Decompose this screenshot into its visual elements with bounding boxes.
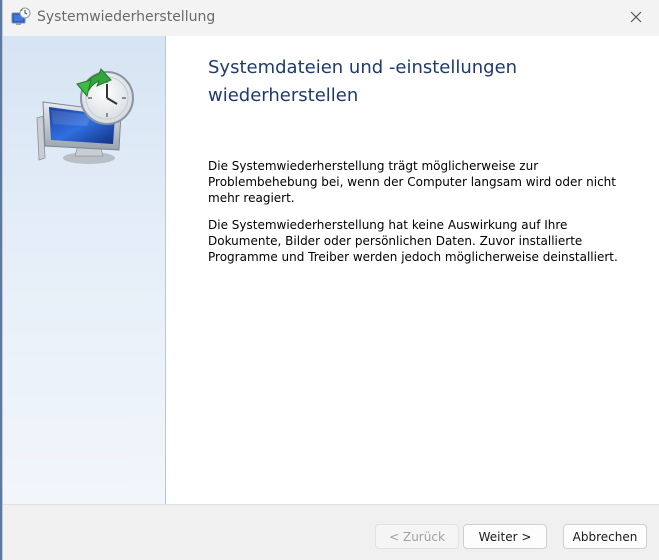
cancel-button[interactable]: Abbrechen <box>563 524 647 549</box>
system-restore-icon <box>11 7 31 27</box>
wizard-footer: < Zurück Weiter > Abbrechen <box>3 504 659 560</box>
page-title: Systemdateien und -einstellungen wiederh… <box>208 57 518 106</box>
next-button[interactable]: Weiter > <box>463 524 547 549</box>
close-icon <box>629 9 643 28</box>
window-title: Systemwiederherstellung <box>37 9 216 25</box>
wizard-content: Systemdateien und -einstellungen wiederh… <box>3 36 659 504</box>
back-button[interactable]: < Zurück <box>375 524 459 549</box>
close-button[interactable] <box>613 0 659 36</box>
title-bar[interactable]: Systemwiederherstellung <box>3 0 659 36</box>
description-paragraph-2: Die Systemwiederherstellung hat keine Au… <box>208 218 618 264</box>
system-restore-monitor-clock-icon <box>33 66 137 170</box>
wizard-side-panel <box>3 36 166 504</box>
system-restore-window: Systemwiederherstellung Systemdateien un… <box>2 0 659 560</box>
description-paragraph-1: Die Systemwiederherstellung trägt möglic… <box>208 159 616 205</box>
